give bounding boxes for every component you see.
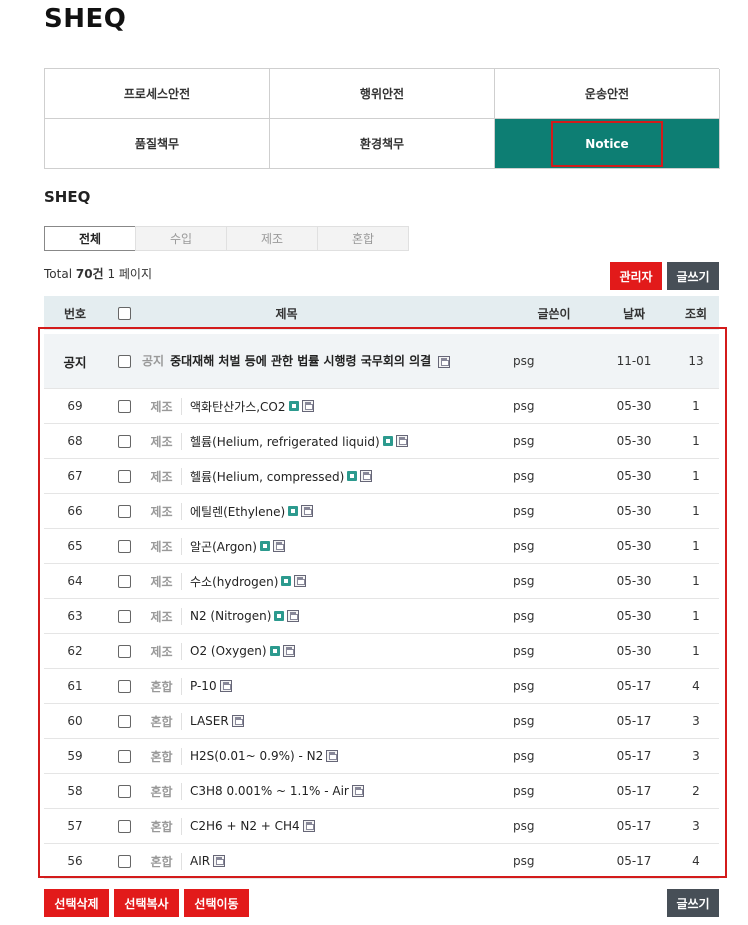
category-notice[interactable]: Notice	[495, 119, 720, 169]
category-notice-label: Notice	[585, 136, 629, 151]
total-pages: 1 페이지	[107, 267, 153, 281]
page-title: SHEQ	[44, 4, 127, 34]
tab-manufacture[interactable]: 제조	[226, 226, 318, 251]
header-date: 날짜	[622, 306, 646, 321]
tab-mixed[interactable]: 혼합	[317, 226, 409, 251]
header-views: 조회	[684, 306, 708, 321]
category-menu: 프로세스안전 행위안전 운송안전 품질책무 환경책무 Notice	[44, 68, 720, 169]
admin-button[interactable]: 관리자	[610, 262, 662, 290]
total-number: 70건	[75, 267, 104, 281]
category-quality[interactable]: 품질책무	[45, 119, 270, 169]
header-writer: 글쓴이	[537, 306, 571, 321]
delete-selected-button[interactable]: 선택삭제	[44, 889, 109, 917]
category-process-safety[interactable]: 프로세스안전	[45, 69, 270, 119]
copy-selected-button[interactable]: 선택복사	[114, 889, 179, 917]
tab-import[interactable]: 수입	[135, 226, 227, 251]
table-header: 번호 제목 글쓴이 날짜 조회	[44, 296, 719, 330]
write-button-bottom[interactable]: 글쓰기	[667, 889, 719, 917]
category-environment[interactable]: 환경책무	[270, 119, 495, 169]
header-num: 번호	[63, 306, 87, 321]
select-all-checkbox[interactable]	[117, 306, 131, 320]
write-button-top[interactable]: 글쓰기	[667, 262, 719, 290]
filter-tabs: 전체 수입 제조 혼합	[44, 226, 409, 251]
category-transport-safety[interactable]: 운송안전	[495, 69, 720, 119]
total-count: Total 70건 1 페이지	[44, 265, 152, 282]
total-prefix: Total	[44, 267, 73, 281]
move-selected-button[interactable]: 선택이동	[184, 889, 249, 917]
tab-all[interactable]: 전체	[44, 226, 136, 251]
board-title: SHEQ	[44, 188, 91, 206]
category-behavior-safety[interactable]: 행위안전	[270, 69, 495, 119]
notice-highlight-box: Notice	[551, 120, 663, 167]
selection-highlight-frame	[38, 327, 727, 878]
header-title: 제목	[275, 306, 298, 321]
